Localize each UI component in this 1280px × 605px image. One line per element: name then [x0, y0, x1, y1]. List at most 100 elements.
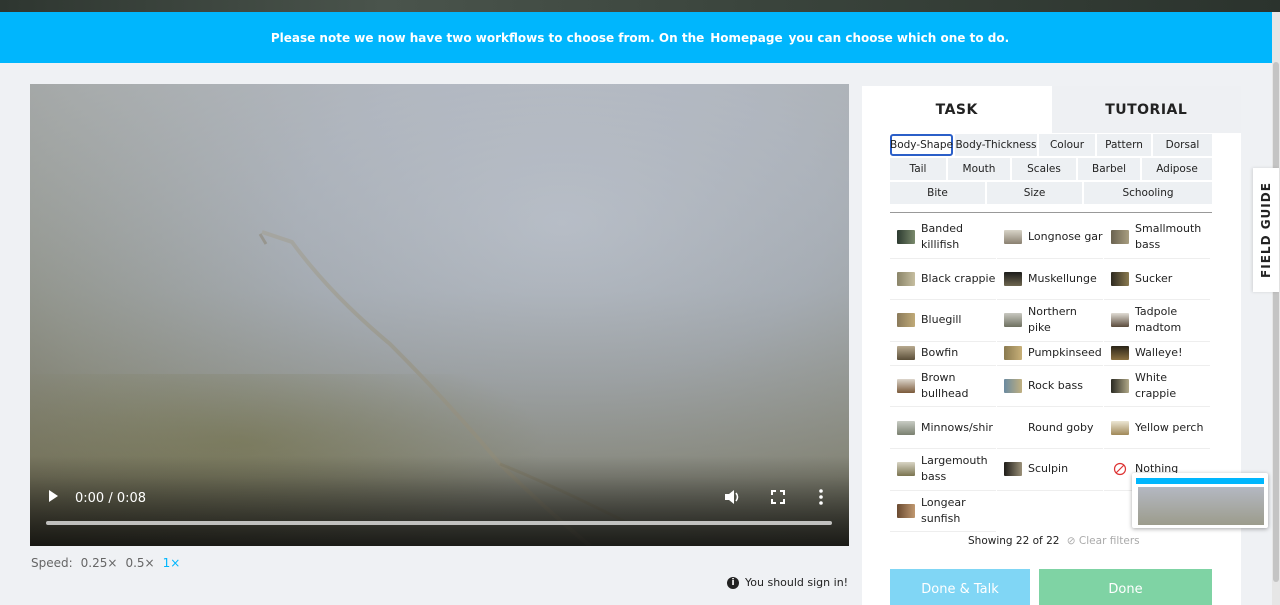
showing-text: Showing 22 of 22: [968, 535, 1060, 547]
species-label: White crappie: [1135, 371, 1177, 401]
species-rock-bass[interactable]: Rock bass: [997, 366, 1103, 408]
fish-thumbnail-icon: [897, 346, 915, 361]
fish-thumbnail-icon: [1004, 462, 1022, 477]
species-black-crappie[interactable]: Black crappie: [890, 259, 996, 301]
species-tadpole-madtom[interactable]: Tadpole madtom: [1104, 300, 1210, 342]
filter-pattern[interactable]: Pattern: [1097, 134, 1151, 156]
page-scrollbar[interactable]: [1272, 12, 1280, 605]
species-label: Walleye!: [1135, 346, 1183, 360]
tab-task[interactable]: TASK: [862, 86, 1052, 133]
filter-bite[interactable]: Bite: [890, 182, 985, 204]
results-count: Showing 22 of 22 ⊘ Clear filters: [968, 535, 1140, 547]
speed-option-1[interactable]: 1×: [163, 556, 181, 570]
fish-thumbnail-icon: [897, 379, 915, 394]
video-progress-bar[interactable]: [46, 521, 832, 525]
fish-thumbnail-icon: [897, 462, 915, 477]
filter-divider: [890, 212, 1212, 213]
filter-row-2: Tail Mouth Scales Barbel Adipose: [890, 158, 1212, 180]
species-sucker[interactable]: Sucker: [1104, 259, 1210, 301]
fish-thumbnail-icon: [1004, 346, 1022, 361]
species-walleye[interactable]: Walleye!: [1104, 342, 1210, 366]
workflow-notice-banner: Please note we now have two workflows to…: [0, 12, 1280, 63]
filter-body-thickness[interactable]: Body-Thickness: [955, 134, 1037, 156]
filter-tail[interactable]: Tail: [890, 158, 946, 180]
tab-tutorial[interactable]: TUTORIAL: [1051, 86, 1241, 133]
species-label: Smallmouth bass: [1135, 222, 1202, 252]
more-options-icon[interactable]: [818, 488, 824, 506]
filter-dorsal[interactable]: Dorsal: [1153, 134, 1212, 156]
speed-option-05[interactable]: 0.5×: [125, 556, 154, 570]
species-label: Rock bass: [1028, 379, 1083, 393]
banner-text-before: Please note we now have two workflows to…: [270, 30, 705, 45]
filter-row-3: Bite Size Schooling: [890, 182, 1212, 204]
species-white-crappie[interactable]: White crappie: [1104, 366, 1210, 408]
video-preview-popup[interactable]: [1132, 473, 1268, 528]
species-largemouth-bass[interactable]: Largemouth bass: [890, 449, 996, 491]
species-label: Longear sunfish: [921, 495, 966, 525]
species-sculpin[interactable]: Sculpin: [997, 449, 1103, 491]
species-northern-pike[interactable]: Northern pike: [997, 300, 1103, 342]
fish-thumbnail-icon: [897, 313, 915, 328]
filter-colour[interactable]: Colour: [1039, 134, 1095, 156]
filter-size[interactable]: Size: [987, 182, 1082, 204]
filter-adipose[interactable]: Adipose: [1142, 158, 1212, 180]
species-muskellunge[interactable]: Muskellunge: [997, 259, 1103, 301]
species-label: Sculpin: [1028, 462, 1069, 476]
species-label: Banded killifish: [921, 222, 963, 252]
species-bowfin[interactable]: Bowfin: [890, 342, 996, 366]
species-round-goby[interactable]: Round goby: [997, 407, 1103, 449]
fullscreen-icon[interactable]: [771, 490, 785, 504]
species-label: Black crappie: [921, 271, 996, 285]
filter-body-shape[interactable]: Body-Shape: [890, 134, 953, 156]
clear-filters-button[interactable]: ⊘ Clear filters: [1067, 535, 1140, 547]
subject-video[interactable]: 0:00 / 0:08: [30, 84, 849, 546]
clear-filters-label: Clear filters: [1078, 535, 1140, 547]
fish-thumbnail-icon: [897, 230, 915, 245]
species-minnows[interactable]: Minnows/shir: [890, 407, 996, 449]
homepage-link[interactable]: Homepage: [710, 31, 782, 45]
fish-thumbnail-icon: [897, 271, 915, 286]
scrollbar-thumb[interactable]: [1273, 62, 1279, 582]
panel-tabs: TASK TUTORIAL: [862, 86, 1241, 133]
nothing-icon: [1113, 463, 1127, 476]
filter-scales[interactable]: Scales: [1012, 158, 1076, 180]
species-brown-bullhead[interactable]: Brown bullhead: [890, 366, 996, 408]
species-banded-killifish[interactable]: Banded killifish: [890, 217, 996, 259]
fish-thumbnail-icon: [1111, 271, 1129, 286]
banner-text-after: you can choose which one to do.: [788, 30, 1010, 45]
species-label: Longnose gar: [1028, 230, 1103, 244]
empty-thumbnail-icon: [1004, 421, 1022, 435]
speed-option-025[interactable]: 0.25×: [81, 556, 118, 570]
species-pumpkinseed[interactable]: Pumpkinseed: [997, 342, 1103, 366]
done-button[interactable]: Done: [1039, 569, 1212, 605]
popup-image-preview: [1138, 487, 1264, 525]
done-and-talk-button[interactable]: Done & Talk: [890, 569, 1030, 605]
top-image-strip: [0, 0, 1280, 12]
fish-thumbnail-icon: [897, 420, 915, 435]
fish-thumbnail-icon: [1004, 230, 1022, 245]
fish-thumbnail-icon: [1111, 313, 1129, 328]
characteristic-filters: Body-Shape Body-Thickness Colour Pattern…: [890, 134, 1212, 206]
video-time: 0:00 / 0:08: [75, 491, 147, 506]
volume-icon[interactable]: [724, 489, 742, 505]
species-longear-sunfish[interactable]: Longear sunfish: [890, 491, 996, 533]
play-icon[interactable]: [46, 489, 60, 503]
species-longnose-gar[interactable]: Longnose gar: [997, 217, 1103, 259]
species-label: Brown bullhead: [921, 371, 969, 401]
species-label: Yellow perch: [1135, 420, 1204, 434]
species-yellow-perch[interactable]: Yellow perch: [1104, 407, 1210, 449]
speed-controls: Speed: 0.25× 0.5× 1×: [31, 556, 180, 570]
species-bluegill[interactable]: Bluegill: [890, 300, 996, 342]
filter-row-1: Body-Shape Body-Thickness Colour Pattern…: [890, 134, 1212, 156]
field-guide-tab[interactable]: FIELD GUIDE: [1253, 168, 1279, 292]
species-smallmouth-bass[interactable]: Smallmouth bass: [1104, 217, 1210, 259]
fish-thumbnail-icon: [1111, 379, 1129, 394]
filter-mouth[interactable]: Mouth: [948, 158, 1010, 180]
species-label: Sucker: [1135, 271, 1173, 285]
species-label: Tadpole madtom: [1135, 305, 1182, 335]
fish-thumbnail-icon: [897, 503, 915, 518]
species-label: Minnows/shir: [921, 420, 993, 434]
filter-schooling[interactable]: Schooling: [1084, 182, 1212, 204]
filter-barbel[interactable]: Barbel: [1078, 158, 1140, 180]
fish-thumbnail-icon: [1004, 313, 1022, 328]
